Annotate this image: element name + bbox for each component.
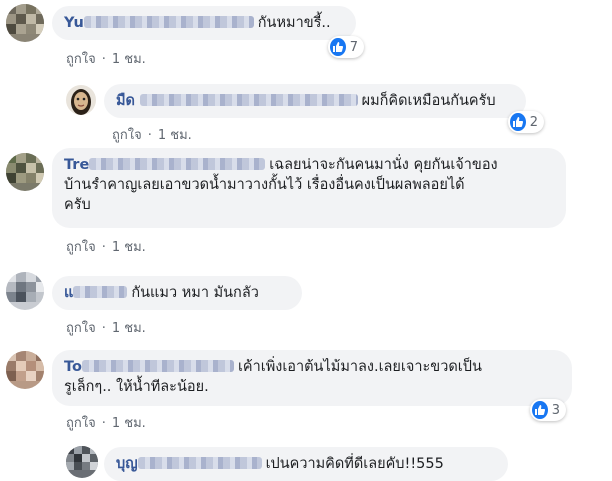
- reaction-count[interactable]: 2: [508, 111, 544, 133]
- redacted-name: [73, 286, 128, 298]
- comment-actions: ถูกใจ · 1 ชม.: [66, 321, 146, 336]
- comment-text-line: รูเล็กๆ.. ให้น้ำทีละน้อย.: [64, 379, 209, 395]
- redacted-name: [83, 16, 254, 28]
- avatar[interactable]: [6, 272, 44, 310]
- comment-actions: ถูกใจ · 1 ชม.: [66, 52, 146, 67]
- redacted-name: [81, 360, 234, 372]
- reaction-count[interactable]: 3: [530, 399, 566, 421]
- comment-text-line: เฉลยน่าจะกันคนมานั่ง คุยกันเจ้าของ: [269, 157, 498, 173]
- avatar[interactable]: [6, 4, 44, 42]
- comment-bubble: แ กันแมว หมา มันกลัว: [52, 276, 302, 310]
- comment-bubble: Yu กันหมาขรี้..: [52, 6, 356, 40]
- comment-bubble: Tre เฉลยน่าจะกันคนมานั่ง คุยกันเจ้าของ บ้…: [52, 148, 566, 228]
- timestamp[interactable]: 1 ชม.: [112, 52, 146, 67]
- timestamp[interactable]: 1 ชม.: [112, 240, 146, 255]
- avatar[interactable]: [6, 351, 44, 389]
- comment-text: ผมก็คิดเหมือนกันครับ: [361, 93, 496, 109]
- redacted-name: [139, 94, 358, 106]
- avatar[interactable]: [66, 85, 96, 115]
- reaction-count[interactable]: 7: [328, 36, 364, 58]
- comment-actions: ถูกใจ · 1 ชม.: [66, 240, 146, 255]
- like-button[interactable]: ถูกใจ: [66, 321, 96, 336]
- comment-actions: ถูกใจ · 1 ชม.: [112, 128, 192, 143]
- like-button[interactable]: ถูกใจ: [112, 128, 142, 143]
- like-icon: [532, 401, 548, 419]
- comment-author[interactable]: แ: [64, 285, 73, 301]
- comment-bubble: มืด ผมก็คิดเหมือนกันครับ: [104, 84, 526, 118]
- comment-text-line: บ้านรำคาญเลยเอาขวดน้ำมาวางกั้นไว้ เรื่อง…: [64, 177, 465, 193]
- avatar[interactable]: [6, 153, 44, 191]
- comment-text-line: เค้าเพิ่งเอาต้นไม้มาลง.เลยเจาะขวดเป็น: [237, 359, 482, 375]
- like-button[interactable]: ถูกใจ: [66, 52, 96, 67]
- comment-text: กันแมว หมา มันกลัว: [131, 285, 259, 301]
- redacted-name: [89, 158, 266, 170]
- timestamp[interactable]: 1 ชม.: [112, 416, 146, 431]
- comment-author[interactable]: To: [64, 359, 82, 375]
- like-icon: [510, 113, 526, 131]
- avatar[interactable]: [66, 446, 98, 478]
- comment-text-line: ครับ: [64, 197, 91, 213]
- comment-text: กันหมาขรี้..: [257, 15, 331, 31]
- comment-author[interactable]: บุญ: [116, 456, 138, 472]
- comment-actions: ถูกใจ · 1 ชม.: [66, 416, 146, 431]
- comment-author[interactable]: Yu: [64, 15, 84, 31]
- comment-author[interactable]: มืด: [116, 93, 135, 109]
- like-button[interactable]: ถูกใจ: [66, 240, 96, 255]
- comment-bubble: บุญ เปนความคิดที่ดีเลยคับ!!555: [104, 447, 508, 481]
- comment-text: เปนความคิดที่ดีเลยคับ!!555: [265, 456, 444, 472]
- like-icon: [330, 38, 346, 56]
- timestamp[interactable]: 1 ชม.: [112, 321, 146, 336]
- redacted-name: [137, 457, 262, 469]
- like-button[interactable]: ถูกใจ: [66, 416, 96, 431]
- comment-bubble: To เค้าเพิ่งเอาต้นไม้มาลง.เลยเจาะขวดเป็น …: [52, 350, 572, 406]
- timestamp[interactable]: 1 ชม.: [158, 128, 192, 143]
- comment-author[interactable]: Tre: [64, 157, 89, 173]
